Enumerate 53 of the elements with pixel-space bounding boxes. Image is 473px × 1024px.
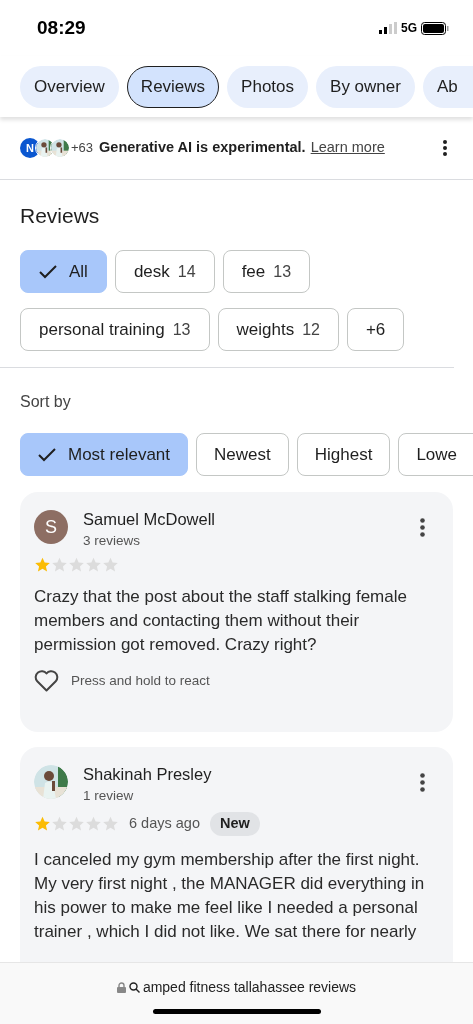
filter-chip[interactable]: fee 13: [222, 250, 311, 293]
star-icon: [102, 557, 119, 573]
check-icon: [38, 447, 56, 462]
star-icon: [102, 816, 119, 832]
heart-icon[interactable]: [34, 670, 59, 692]
review-count: 3 reviews: [83, 532, 142, 550]
tab[interactable]: By owner: [316, 65, 415, 108]
new-badge: New: [209, 812, 260, 836]
more-icon[interactable]: [420, 518, 425, 537]
star-icon: [51, 557, 68, 573]
sort-label: Sort by: [19, 392, 72, 412]
react-hint: Press and hold to react: [71, 671, 210, 690]
tab[interactable]: Reviews: [126, 65, 220, 108]
clock-time: 08:29: [37, 15, 86, 40]
search-icon: [128, 982, 140, 993]
filter-chip[interactable]: +6: [346, 308, 405, 351]
review-text: Crazy that the post about the staff stalking female members and contacting them without their permission got removed. Crazy right?: [34, 586, 408, 656]
star-icon: [51, 816, 68, 832]
star-icon: [85, 557, 102, 573]
tab[interactable]: Ab: [422, 65, 473, 108]
sort-chip[interactable]: Newest: [196, 433, 289, 476]
sort-chip[interactable]: Most relevant: [20, 433, 189, 476]
lock-icon: [116, 982, 126, 993]
star-icon: [68, 816, 85, 832]
star-icon: [34, 557, 51, 573]
review-count: 1 review: [83, 787, 135, 805]
ai-notice-text: Generative AI is experimental.: [99, 138, 306, 158]
more-icon[interactable]: [443, 140, 447, 156]
reviewer-name[interactable]: Shakinah Presley: [83, 763, 420, 785]
battery-icon: [421, 21, 449, 35]
star-icon: [68, 557, 85, 573]
check-icon: [39, 264, 57, 279]
avatar-count: +63: [71, 139, 94, 158]
filter-chip[interactable]: weights 12: [217, 308, 339, 351]
filter-chip[interactable]: All: [20, 250, 107, 293]
review-date: 6 days ago: [129, 814, 200, 834]
avatar: S: [34, 510, 68, 544]
signal-icon: [379, 22, 397, 34]
star-icon: [34, 816, 51, 832]
filter-chip[interactable]: personal training 13: [20, 308, 210, 351]
reviewer-name[interactable]: Samuel McDowell: [83, 508, 420, 530]
review-text: I canceled my gym membership after the first night. My very first night , the MANAGER did everything in his power to make me feel like I needed a personal trainer , which I did not like. We sat there for nearly: [34, 849, 426, 943]
more-icon[interactable]: [420, 773, 425, 792]
tab[interactable]: Photos: [227, 65, 309, 108]
sort-chip[interactable]: Lowe: [398, 433, 473, 476]
learn-more-link[interactable]: Learn more: [310, 137, 385, 159]
star-icon: [85, 816, 102, 832]
tab[interactable]: Overview: [20, 65, 119, 108]
filter-chip[interactable]: desk 14: [114, 250, 215, 293]
sort-chip[interactable]: Highest: [296, 433, 391, 476]
section-heading: Reviews: [19, 203, 101, 229]
network-label: 5G: [401, 20, 417, 37]
address-bar-text[interactable]: amped fitness tallahassee reviews: [142, 977, 357, 998]
